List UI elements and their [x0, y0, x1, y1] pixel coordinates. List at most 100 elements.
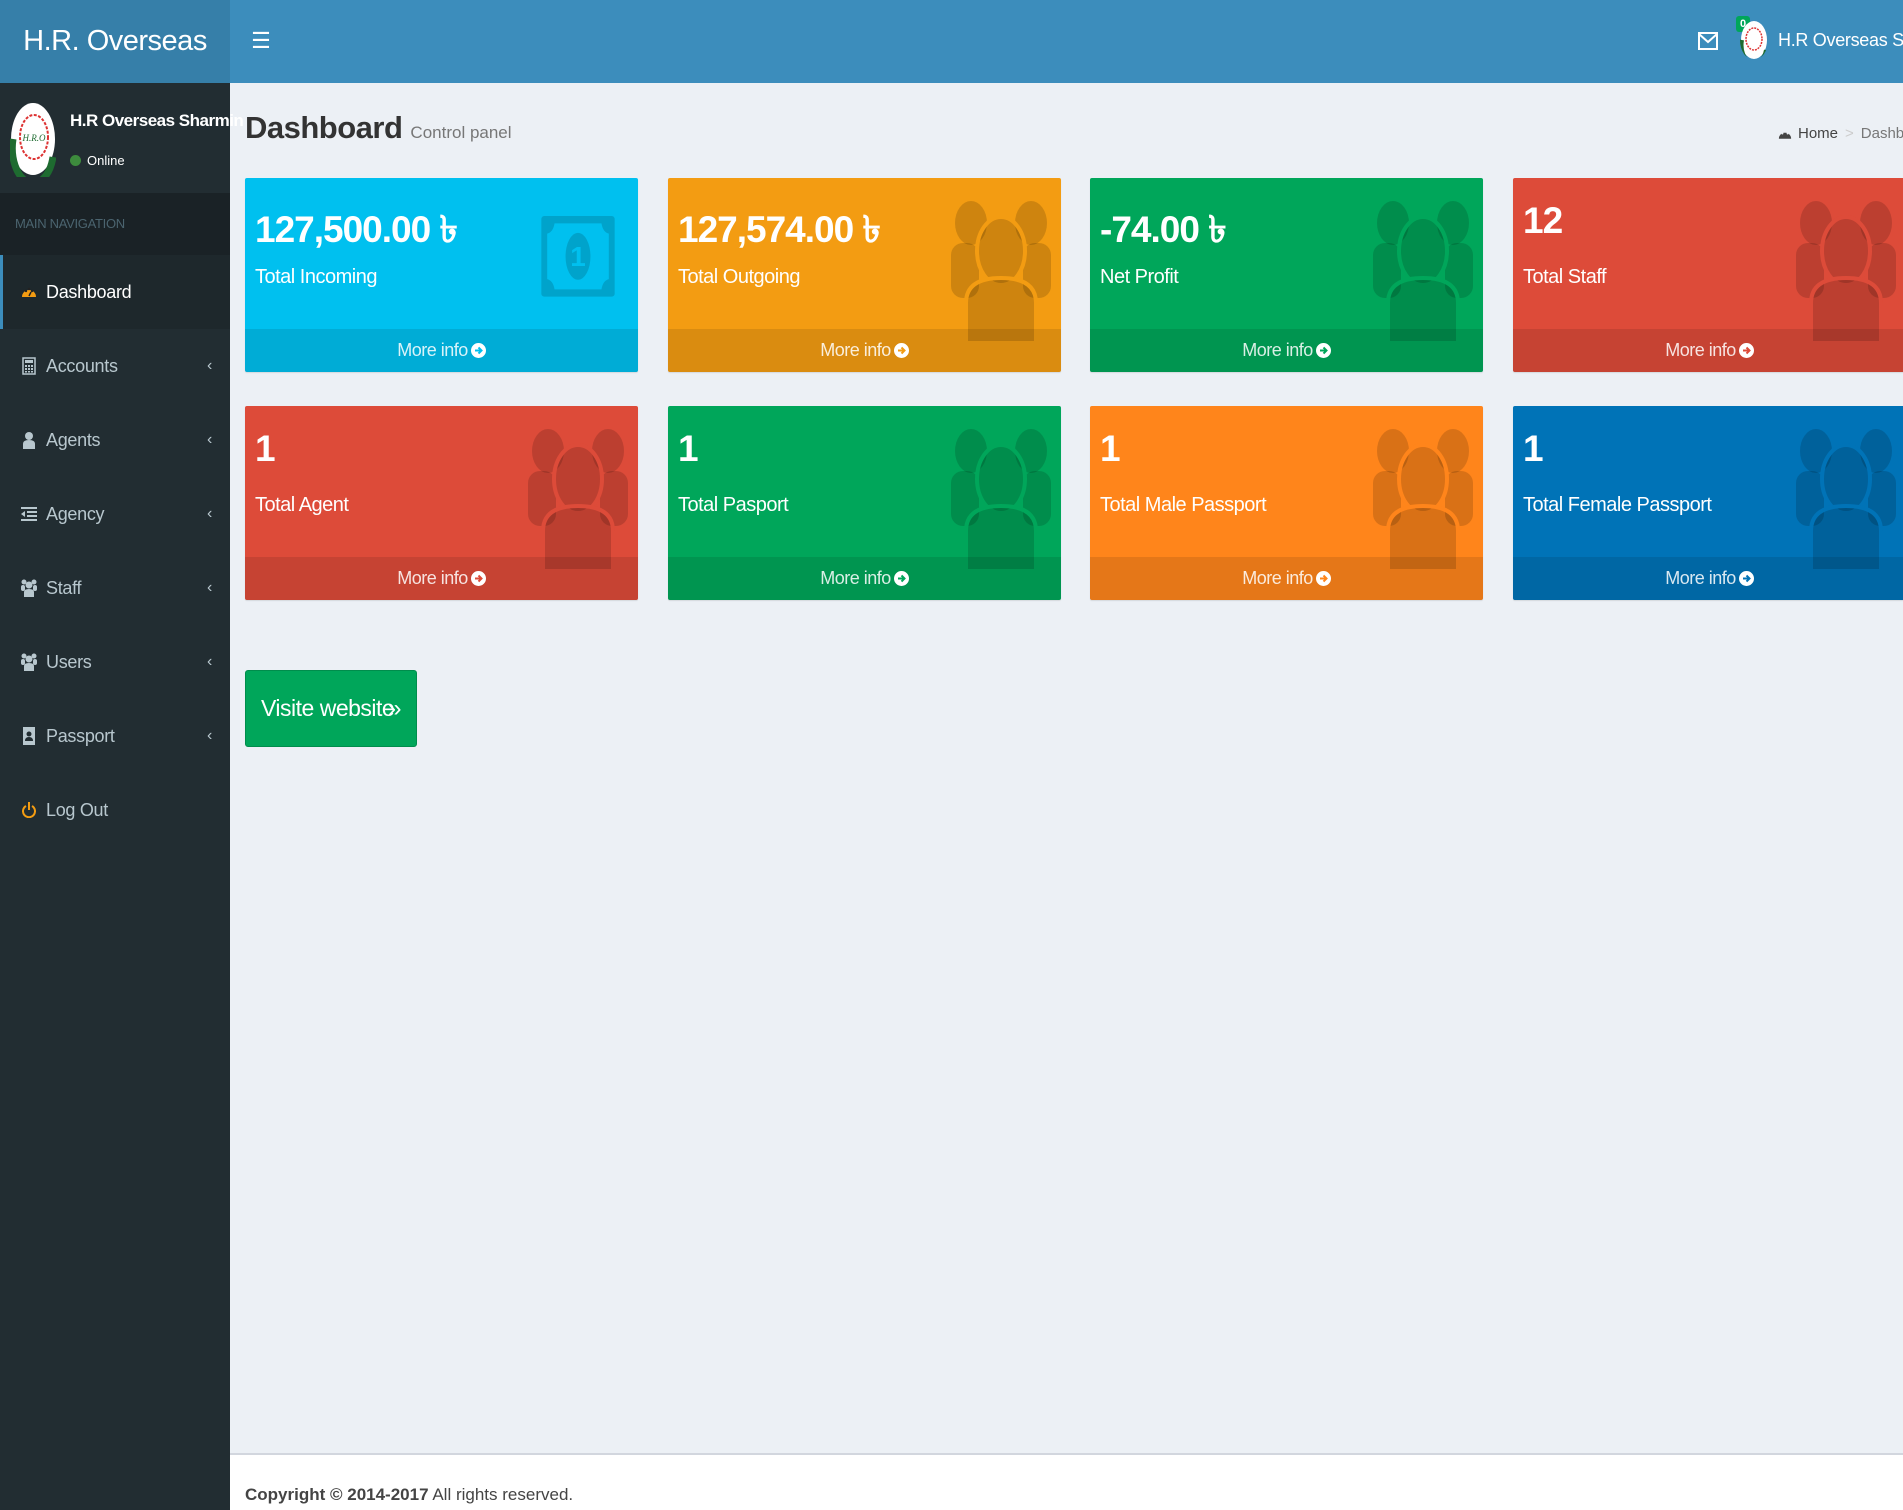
sidebar-item-label: Accounts [46, 355, 118, 376]
sidebar-item-label: Agents [46, 429, 101, 450]
more-info-label: More info [820, 568, 891, 588]
more-info-link[interactable]: More info [1090, 329, 1483, 372]
more-info-link[interactable]: More info [1090, 557, 1483, 600]
user-status-text: Online [87, 153, 125, 168]
money-icon: 1 [541, 216, 615, 297]
info-box-value: 1 [255, 428, 276, 469]
info-box-value: 127,574.00 ৳ [678, 209, 881, 250]
app-logo[interactable]: H.R. Overseas [0, 0, 230, 83]
info-box: 1 127,500.00 ৳ Total Incoming More info [245, 178, 638, 372]
users-icon [1373, 201, 1473, 343]
info-box-label: Total Pasport [678, 494, 789, 516]
info-box: -74.00 ৳ Net Profit More info [1090, 178, 1483, 372]
info-box-value: 127,500.00 ৳ [255, 209, 458, 250]
nav-header: MAIN NAVIGATION [0, 193, 230, 255]
double-chevron-right-icon: » [388, 694, 401, 722]
arrow-circle-right-icon [893, 343, 909, 358]
user-status: Online [70, 153, 125, 168]
sidebar-item-label: Log Out [46, 799, 108, 820]
info-box: 127,574.00 ৳ Total Outgoing More info [668, 178, 1061, 372]
info-box: 1 Total Male Passport More info [1090, 406, 1483, 600]
more-info-link[interactable]: More info [1513, 329, 1903, 372]
sidebar-item-users[interactable]: Users ‹ [0, 625, 230, 699]
page-title: Dashboard [245, 110, 403, 145]
breadcrumb-home-link[interactable]: Home [1798, 125, 1838, 142]
breadcrumb-separator: > [1845, 125, 1854, 142]
sidebar-item-dashboard[interactable]: Dashboard [0, 255, 230, 329]
more-info-link[interactable]: More info [668, 557, 1061, 600]
calculator-icon [20, 357, 38, 375]
users-icon [20, 653, 38, 671]
address-book-icon [20, 727, 38, 745]
arrow-circle-right-icon [470, 571, 486, 586]
info-box-label: Total Agent [255, 494, 349, 516]
more-info-link[interactable]: More info [1513, 557, 1903, 600]
sidebar-item-passport[interactable]: Passport ‹ [0, 699, 230, 773]
chevron-left-icon: ‹ [206, 579, 212, 596]
arrow-circle-right-icon [470, 343, 486, 358]
users-icon [1796, 429, 1896, 571]
chevron-left-icon: ‹ [206, 653, 212, 670]
dashboard-icon [1778, 127, 1792, 140]
more-info-label: More info [1665, 340, 1736, 360]
envelope-icon [1698, 32, 1718, 50]
sidebar-item-label: Staff [46, 577, 82, 598]
header-user-name: H.R Overseas Sharmin [1778, 29, 1903, 50]
avatar [1740, 21, 1768, 60]
more-info-label: More info [397, 340, 468, 360]
more-info-link[interactable]: More info [245, 557, 638, 600]
info-box: 1 Total Agent More info [245, 406, 638, 600]
info-box: 1 Total Female Passport More info [1513, 406, 1903, 600]
user-icon [20, 431, 38, 449]
user-avatar: H.R.O [10, 103, 56, 177]
power-icon [20, 801, 38, 819]
hamburger-icon: ☰ [251, 28, 271, 53]
sidebar-item-label: Dashboard [46, 281, 132, 302]
footer: Copyright © 2014-2017 All rights reserve… [230, 1453, 1903, 1510]
breadcrumb: Home > Dashboard [1778, 125, 1903, 142]
online-status-icon [70, 155, 81, 166]
content-header: Dashboard Control panel [245, 110, 512, 146]
sidebar-item-agents[interactable]: Agents ‹ [0, 403, 230, 477]
info-box-label: Net Profit [1100, 266, 1179, 288]
info-box-label: Total Male Passport [1100, 494, 1267, 516]
info-box-label: Total Outgoing [678, 266, 800, 288]
sidebar-item-agency[interactable]: Agency ‹ [0, 477, 230, 551]
top-navbar: ☰ 0 H.R Overseas Sharmin [230, 0, 1903, 83]
arrow-circle-right-icon [893, 571, 909, 586]
sidebar-item-staff[interactable]: Staff ‹ [0, 551, 230, 625]
arrow-circle-right-icon [1315, 571, 1331, 586]
more-info-label: More info [1242, 568, 1313, 588]
more-info-label: More info [397, 568, 468, 588]
chevron-left-icon: ‹ [206, 357, 212, 374]
more-info-label: More info [1242, 340, 1313, 360]
chevron-left-icon: ‹ [206, 431, 212, 448]
arrow-circle-right-icon [1738, 571, 1754, 586]
sidebar: H.R.O H.R Overseas Sharmin Online MAIN N… [0, 83, 244, 1510]
sidebar-toggle-button[interactable]: ☰ [244, 24, 278, 58]
info-box: 1 Total Pasport More info [668, 406, 1061, 600]
info-box-value: 1 [1100, 428, 1121, 469]
sidebar-item-label: Agency [46, 503, 105, 524]
arrow-circle-right-icon [1738, 343, 1754, 358]
svg-text:H.R.O: H.R.O [22, 133, 46, 143]
more-info-label: More info [820, 340, 891, 360]
chevron-left-icon: ‹ [206, 505, 212, 522]
visit-website-button[interactable]: Visite website » [245, 670, 417, 747]
users-icon [20, 579, 38, 597]
messages-button[interactable]: 0 [1694, 16, 1751, 58]
sidebar-item-label: Users [46, 651, 92, 672]
info-box-value: 1 [678, 428, 699, 469]
svg-text:1: 1 [570, 241, 586, 272]
info-box-value: 12 [1523, 200, 1563, 241]
info-box-value: 1 [1523, 428, 1544, 469]
users-icon [951, 201, 1051, 343]
more-info-link[interactable]: More info [668, 329, 1061, 372]
sidebar-item-accounts[interactable]: Accounts ‹ [0, 329, 230, 403]
info-box-label: Total Incoming [255, 266, 377, 288]
more-info-link[interactable]: More info [245, 329, 638, 372]
user-menu[interactable]: H.R Overseas Sharmin [1740, 20, 1903, 60]
users-icon [528, 429, 628, 571]
info-box: 12 Total Staff More info [1513, 178, 1903, 372]
sidebar-item-logout[interactable]: Log Out [0, 773, 230, 847]
